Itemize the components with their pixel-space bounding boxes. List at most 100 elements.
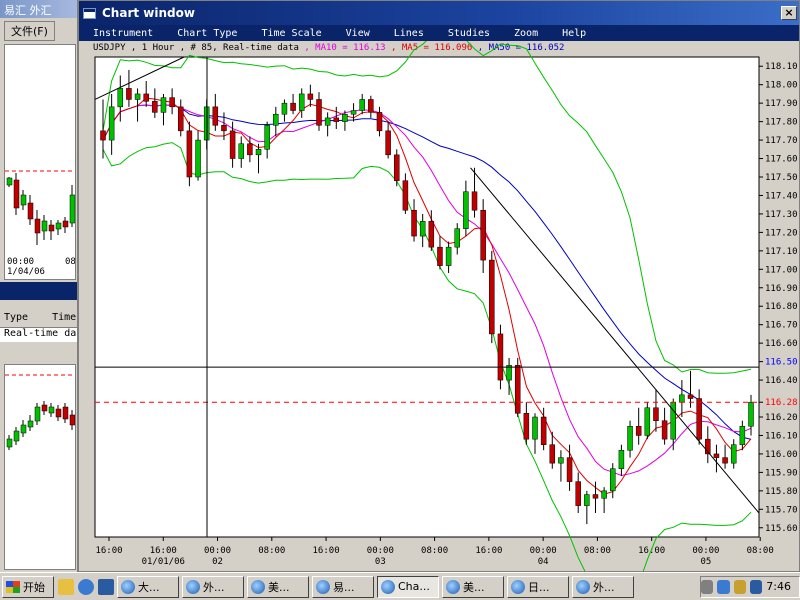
background-table-row[interactable]: Real-time data xyxy=(0,328,77,342)
table-header-time[interactable]: Time xyxy=(52,312,76,323)
menu-zoom[interactable]: Zoom xyxy=(514,28,538,39)
taskbar-button-1[interactable]: 外... xyxy=(182,575,244,598)
menu-view[interactable]: View xyxy=(346,28,370,39)
task-app-icon xyxy=(446,579,460,594)
candle-body xyxy=(178,106,184,132)
background-app-window[interactable]: 易汇 外汇 文件(F) 00:00 08 1/04/06 Type Time R… xyxy=(0,0,78,572)
windows-flag-icon xyxy=(6,580,20,593)
y-tick-label: 117.00 xyxy=(765,265,798,275)
candle-body xyxy=(739,425,746,445)
task-app-icon xyxy=(251,579,265,594)
candle-body xyxy=(273,113,279,126)
desktop: 易汇 外汇 文件(F) 00:00 08 1/04/06 Type Time R… xyxy=(0,0,800,600)
y-tick-label: 117.30 xyxy=(765,210,798,220)
x-tick-label: 16:00 xyxy=(150,546,177,556)
candle-body xyxy=(722,457,728,464)
candle-body xyxy=(497,333,504,381)
candle-body xyxy=(221,125,227,132)
x-tick-label: 16:00 xyxy=(95,546,122,556)
x-tick-label: 16:00 xyxy=(475,546,502,556)
mini-chart-1-time-0: 00:00 xyxy=(7,257,35,267)
background-selected-bar xyxy=(0,282,77,300)
start-button[interactable]: 开始 xyxy=(2,575,54,598)
clock[interactable]: 7:46 xyxy=(766,580,791,593)
candle-body xyxy=(359,99,365,111)
candle-body xyxy=(402,180,409,211)
chart-window[interactable]: Chart window × Instrument Chart Type Tim… xyxy=(78,0,800,572)
quicklaunch-folder-icon[interactable] xyxy=(58,578,74,595)
y-tick-label: 115.60 xyxy=(765,524,798,534)
x-tick-label: 08:00 xyxy=(584,546,611,556)
taskbar-button-3[interactable]: 易... xyxy=(312,575,374,598)
menu-help[interactable]: Help xyxy=(562,28,586,39)
candle-body xyxy=(229,130,236,159)
keyboard-icon[interactable] xyxy=(700,579,714,594)
chart-area[interactable]: USDJPY , 1 Hour , # 85, Real-time data ,… xyxy=(79,41,799,571)
y-tick-label: 117.10 xyxy=(765,247,798,257)
taskbar-button-7[interactable]: 外... xyxy=(572,575,634,598)
candle-body xyxy=(575,481,581,506)
candle-body xyxy=(445,246,452,266)
candle-body xyxy=(523,413,530,440)
candle-body xyxy=(540,416,547,445)
menu-lines[interactable]: Lines xyxy=(394,28,424,39)
close-button[interactable]: × xyxy=(781,6,797,20)
window-app-icon[interactable] xyxy=(83,7,96,19)
candle-body xyxy=(558,457,564,464)
candle-body xyxy=(160,97,167,113)
candle-body xyxy=(696,398,702,440)
network-icon[interactable] xyxy=(717,579,730,594)
candle-body xyxy=(333,117,340,122)
taskbar-button-label: 日... xyxy=(528,580,550,594)
mini-chart-1-date: 1/04/06 xyxy=(7,267,45,277)
candle-body xyxy=(644,407,651,436)
taskbar-button-2[interactable]: 美... xyxy=(247,575,309,598)
candle-body xyxy=(143,93,149,102)
quicklaunch-desktop-icon[interactable] xyxy=(98,578,114,595)
mini-chart-1-svg xyxy=(5,170,75,245)
taskbar-button-label: 外... xyxy=(203,580,225,594)
system-tray: 7:46 xyxy=(700,575,800,598)
y-tick-label: 117.20 xyxy=(765,228,798,238)
background-app-titlebar[interactable]: 易汇 外汇 xyxy=(0,0,77,18)
candle-body xyxy=(324,117,331,126)
menu-studies[interactable]: Studies xyxy=(448,28,490,39)
taskbar-button-0[interactable]: 大... xyxy=(117,575,179,598)
table-header-type[interactable]: Type xyxy=(4,312,28,323)
candle-body xyxy=(471,191,478,211)
tray-app-icon[interactable] xyxy=(749,579,763,594)
file-menu-button[interactable]: 文件(F) xyxy=(4,21,55,41)
candle-body xyxy=(437,246,443,266)
candle-body xyxy=(342,113,348,122)
menu-chart-type[interactable]: Chart Type xyxy=(177,28,237,39)
menu-instrument[interactable]: Instrument xyxy=(93,28,153,39)
x-tick-label: 00:00 xyxy=(692,546,719,556)
candle-body xyxy=(117,88,124,108)
y-tick-label: 116.90 xyxy=(765,284,798,294)
chart-window-title: Chart window xyxy=(102,6,195,20)
candle-body xyxy=(100,130,106,141)
taskbar-button-6[interactable]: 日... xyxy=(507,575,569,598)
candle-body xyxy=(592,494,599,499)
taskbar-button-4[interactable]: Cha... xyxy=(377,575,439,598)
task-app-icon xyxy=(186,579,200,594)
taskbar-button-5[interactable]: 美... xyxy=(442,575,504,598)
candle-body xyxy=(411,209,417,237)
y-tick-label: 116.40 xyxy=(765,376,798,386)
volume-icon[interactable] xyxy=(733,579,746,594)
candle-body xyxy=(454,228,460,248)
candle-body xyxy=(134,93,141,100)
mini-chart-2-svg xyxy=(5,374,75,450)
chart-window-titlebar[interactable]: Chart window × xyxy=(79,1,799,25)
quicklaunch-ie-icon[interactable] xyxy=(78,578,94,595)
menu-time-scale[interactable]: Time Scale xyxy=(261,28,321,39)
y-tick-label: 117.40 xyxy=(765,191,798,201)
background-mini-chart-1[interactable]: 00:00 08 1/04/06 xyxy=(4,44,76,280)
candle-body xyxy=(238,143,244,159)
candle-body xyxy=(748,401,754,427)
candle-body xyxy=(489,259,495,335)
candle-body xyxy=(255,149,262,156)
background-mini-chart-2[interactable] xyxy=(4,364,76,570)
price-chart[interactable]: 118.10 118.00 117.90 117.80 117.70 117.60 117.… xyxy=(79,41,799,571)
candle-body xyxy=(687,394,694,399)
